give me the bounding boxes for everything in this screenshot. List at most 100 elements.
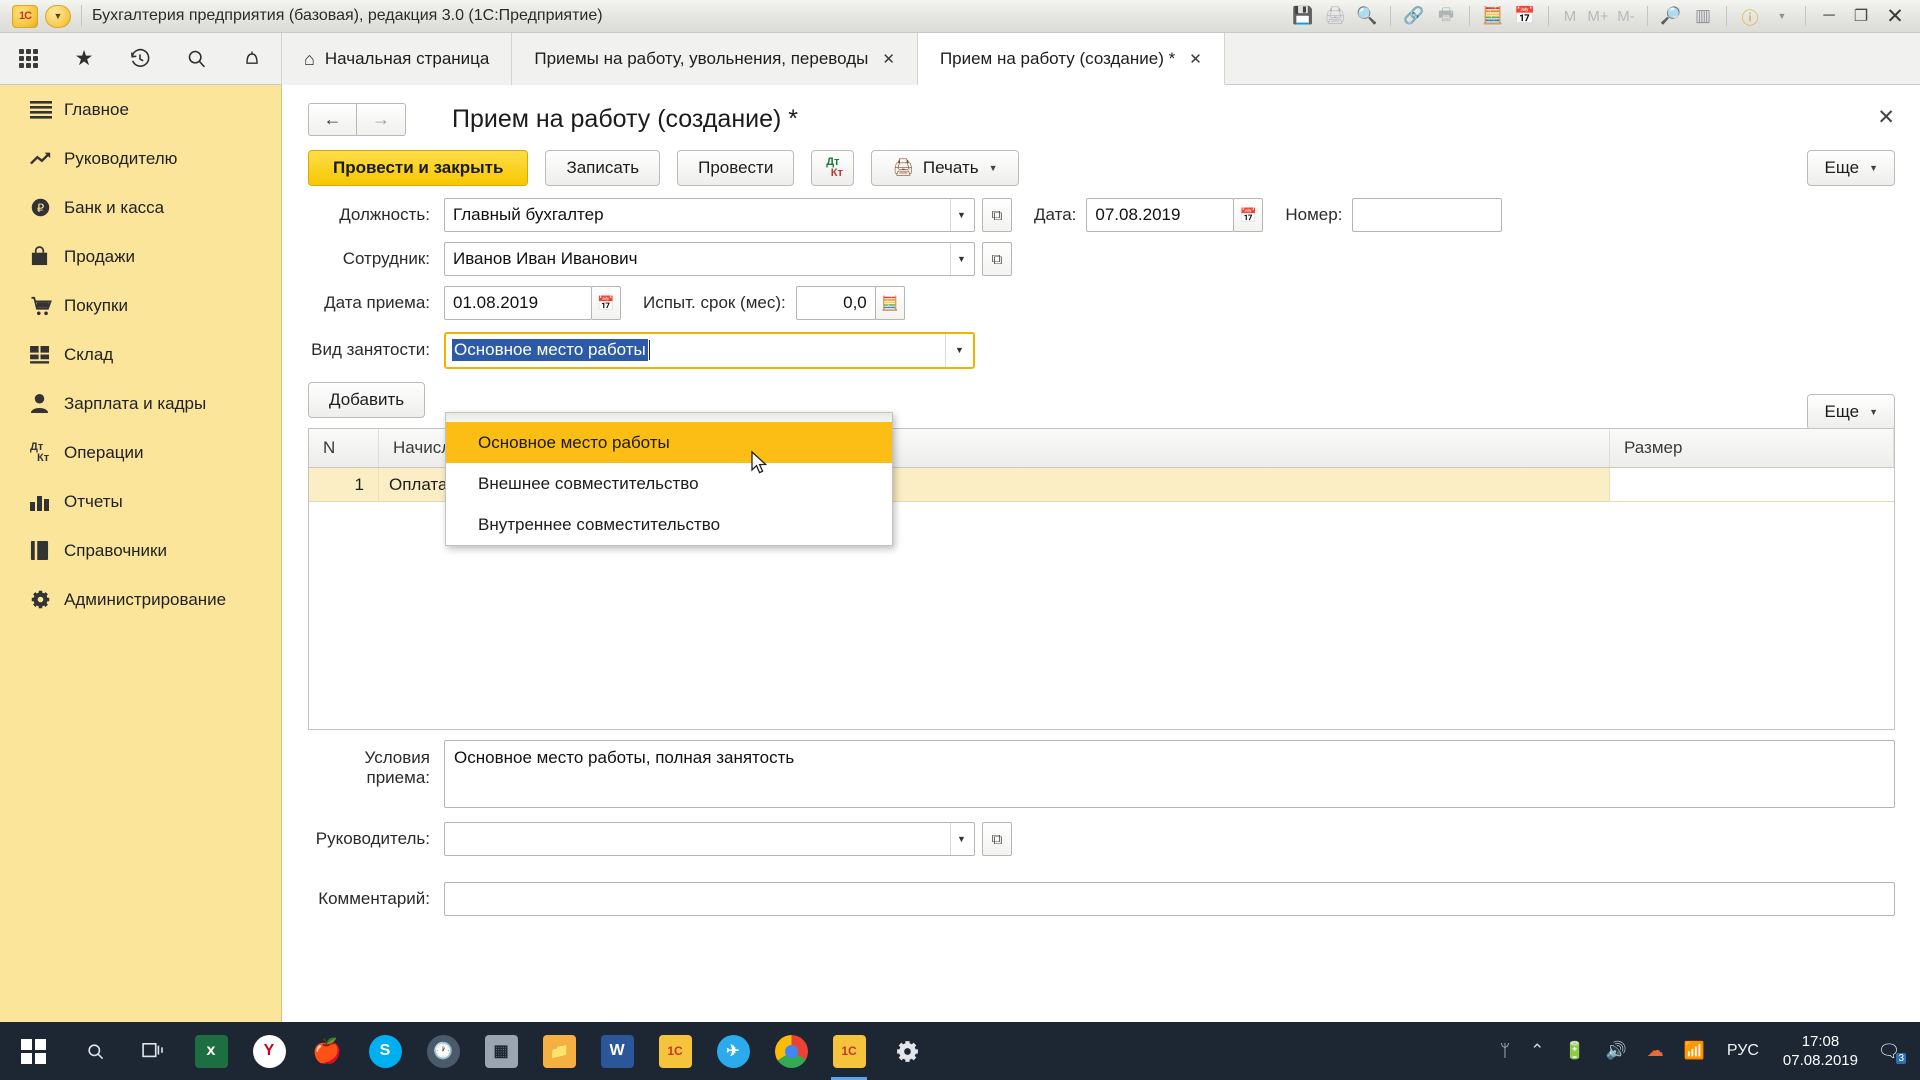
sidebar-item-administration[interactable]: Администрирование xyxy=(0,575,281,624)
taskbar-file-explorer-icon[interactable]: 📁 xyxy=(530,1022,588,1080)
memory-m-plus-button[interactable]: M+ xyxy=(1585,3,1611,29)
minimize-button[interactable]: ─ xyxy=(1814,3,1844,29)
sidebar-item-purchases[interactable]: Покупки xyxy=(0,281,281,330)
column-header-size[interactable]: Размер xyxy=(1610,429,1894,467)
volume-icon[interactable]: 🔊 xyxy=(1596,1041,1637,1061)
manager-input[interactable]: ▼ xyxy=(444,822,975,856)
tab-hire-create[interactable]: Прием на работу (создание) * ✕ xyxy=(917,33,1225,85)
table-more-button[interactable]: Еще ▼ xyxy=(1807,394,1895,430)
close-button[interactable]: ✕ xyxy=(1878,3,1912,29)
taskbar-calculator-icon[interactable]: ▦ xyxy=(472,1022,530,1080)
wifi-icon[interactable]: 📶 xyxy=(1674,1041,1715,1061)
post-button[interactable]: Провести xyxy=(677,150,795,186)
print-button[interactable]: 🖨 Печать ▼ xyxy=(871,150,1019,186)
taskbar-onec-icon[interactable]: 1C xyxy=(646,1022,704,1080)
taskbar-search-icon[interactable] xyxy=(66,1022,124,1080)
position-input[interactable]: Главный бухгалтер ▼ xyxy=(444,198,975,232)
search-icon[interactable] xyxy=(168,33,224,85)
favorites-star-icon[interactable]: ★ xyxy=(56,33,112,85)
memory-m-minus-button[interactable]: M- xyxy=(1613,3,1639,29)
sidebar-item-sales[interactable]: Продажи xyxy=(0,232,281,281)
debit-credit-report-button[interactable]: Дт Кт xyxy=(811,150,855,186)
chevron-down-icon[interactable]: ▼ xyxy=(950,199,972,231)
main-menu-dropdown-icon[interactable]: ▼ xyxy=(45,4,71,28)
chevron-down-icon[interactable]: ▼ xyxy=(950,823,972,855)
taskbar-task-view-icon[interactable] xyxy=(124,1022,182,1080)
hire-date-input[interactable]: 01.08.2019 xyxy=(444,286,592,320)
link-export-icon[interactable]: 🔗 xyxy=(1399,3,1429,29)
print-form-icon[interactable]: 🖶 xyxy=(1431,3,1461,29)
sidebar-item-reports[interactable]: Отчеты xyxy=(0,477,281,526)
manager-select-button[interactable]: ⧉ xyxy=(982,822,1012,856)
taskbar-chrome-icon[interactable] xyxy=(762,1022,820,1080)
column-header-n[interactable]: N xyxy=(309,429,379,467)
employee-input[interactable]: Иванов Иван Иванович ▼ xyxy=(444,242,975,276)
cloud-icon[interactable]: ☁ xyxy=(1637,1041,1674,1061)
people-share-icon[interactable]: ᛘ xyxy=(1490,1041,1520,1061)
cell-size[interactable] xyxy=(1610,468,1894,501)
forward-button[interactable]: → xyxy=(357,103,406,136)
windows-start-icon[interactable] xyxy=(0,1022,66,1080)
tab-home[interactable]: ⌂ Начальная страница xyxy=(282,33,513,85)
probation-input[interactable]: 0,0 xyxy=(795,286,876,320)
number-input[interactable] xyxy=(1352,198,1503,232)
notifications-bell-icon[interactable] xyxy=(224,33,280,85)
dropdown-option-primary[interactable]: Основное место работы xyxy=(446,422,892,463)
info-icon[interactable]: ⓘ xyxy=(1735,3,1765,29)
print-preview-icon[interactable]: 🔍 xyxy=(1352,3,1382,29)
battery-icon[interactable]: 🔋 xyxy=(1554,1041,1595,1061)
taskbar-word-icon[interactable]: W xyxy=(588,1022,646,1080)
maximize-button[interactable]: ❐ xyxy=(1846,3,1876,29)
sidebar-item-main[interactable]: Главное xyxy=(0,85,281,134)
taskbar-yandex-icon[interactable]: Y xyxy=(240,1022,298,1080)
memory-m-button[interactable]: M xyxy=(1557,3,1583,29)
calculator-icon[interactable]: 🧮 xyxy=(874,286,905,320)
zoom-in-icon[interactable]: 🔎 xyxy=(1656,3,1686,29)
position-select-button[interactable]: ⧉ xyxy=(982,198,1012,232)
sidebar-item-operations[interactable]: Дт Кт Операции xyxy=(0,428,281,477)
calendar-icon[interactable]: 📅 xyxy=(1510,3,1540,29)
save-icon[interactable]: 💾 xyxy=(1288,3,1318,29)
language-indicator[interactable]: РУС xyxy=(1715,1042,1771,1060)
comment-input[interactable] xyxy=(444,882,1895,916)
sidebar-item-bank-cash[interactable]: ₽ Банк и касса xyxy=(0,183,281,232)
taskbar-telegram-icon[interactable]: ✈ xyxy=(704,1022,762,1080)
calendar-icon[interactable]: 📅 xyxy=(591,286,621,320)
history-clock-icon[interactable] xyxy=(112,33,168,85)
chevron-down-icon[interactable]: ▼ xyxy=(945,333,973,367)
sidebar-item-catalogs[interactable]: Справочники xyxy=(0,526,281,575)
calendar-icon[interactable]: 📅 xyxy=(1233,198,1264,232)
sidebar-item-warehouse[interactable]: Склад xyxy=(0,330,281,379)
close-icon[interactable]: ✕ xyxy=(1189,50,1202,68)
dropdown-option-external[interactable]: Внешнее совместительство xyxy=(446,463,892,504)
clock[interactable]: 17:08 07.08.2019 xyxy=(1771,1032,1870,1070)
close-form-icon[interactable]: ✕ xyxy=(1877,105,1895,130)
taskbar-excel-icon[interactable]: x xyxy=(182,1022,240,1080)
sidebar-item-director[interactable]: Руководителю xyxy=(0,134,281,183)
taskbar-clock-app-icon[interactable]: 🕐 xyxy=(414,1022,472,1080)
print-icon[interactable]: 🖨 xyxy=(1320,3,1350,29)
conditions-textarea[interactable]: Основное место работы, полная занятость xyxy=(444,740,1895,808)
more-button[interactable]: Еще ▼ xyxy=(1807,150,1895,186)
dropdown-option-internal[interactable]: Внутреннее совместительство xyxy=(446,504,892,545)
calculator-icon[interactable]: 🧮 xyxy=(1478,3,1508,29)
notification-icon[interactable]: 🗨 3 xyxy=(1870,1036,1908,1066)
taskbar-onec-enterprise-icon[interactable]: 1C xyxy=(820,1022,878,1080)
taskbar-settings-gear-icon[interactable] xyxy=(878,1022,936,1080)
post-and-close-button[interactable]: Провести и закрыть xyxy=(308,150,529,186)
taskbar-apple-icon[interactable]: 🍎 xyxy=(298,1022,356,1080)
date-input[interactable]: 07.08.2019 xyxy=(1086,198,1235,232)
add-row-button[interactable]: Добавить xyxy=(308,382,426,418)
panels-icon[interactable]: ▥ xyxy=(1688,3,1718,29)
employee-select-button[interactable]: ⧉ xyxy=(982,242,1012,276)
chevron-down-icon[interactable]: ▼ xyxy=(950,243,972,275)
sidebar-item-salary-hr[interactable]: Зарплата и кадры xyxy=(0,379,281,428)
employment-type-input[interactable]: Основное место работы ▼ xyxy=(444,331,975,369)
taskbar-skype-icon[interactable]: S xyxy=(356,1022,414,1080)
chevron-down-icon[interactable]: ▼ xyxy=(1767,3,1797,29)
write-button[interactable]: Записать xyxy=(545,150,661,186)
apps-grid-icon[interactable] xyxy=(0,33,56,85)
chevron-up-icon[interactable]: ⌃ xyxy=(1520,1041,1554,1061)
tab-hires-list[interactable]: Приемы на работу, увольнения, переводы ✕ xyxy=(512,33,918,85)
back-button[interactable]: ← xyxy=(308,103,357,136)
